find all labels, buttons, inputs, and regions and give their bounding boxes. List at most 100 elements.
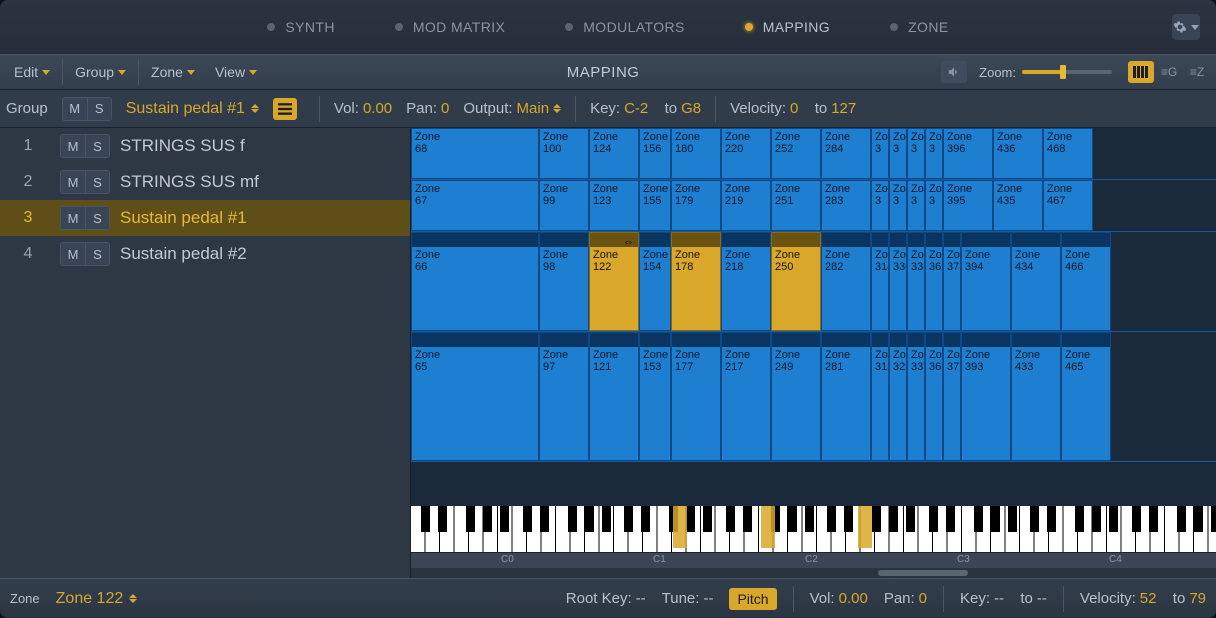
zone-cell[interactable]: Zone 252 <box>771 128 821 179</box>
group-list-toggle[interactable] <box>273 98 297 120</box>
zone-cell[interactable]: Zone 377 <box>943 332 961 461</box>
footer-velocity-range[interactable]: Velocity: 52 to 79 <box>1080 590 1206 607</box>
zone-cell[interactable]: Zone 122⇔ <box>589 232 639 331</box>
zone-cell[interactable]: Zone 251 <box>771 180 821 231</box>
zone-cell[interactable]: Zone 217 <box>721 332 771 461</box>
zone-cell[interactable]: Zone 65 <box>411 332 539 461</box>
zone-cell[interactable]: Zone 433 <box>1011 332 1061 461</box>
footer-key-range[interactable]: Key: -- to -- <box>960 590 1047 607</box>
zone-cell[interactable]: Zone 284 <box>821 128 871 179</box>
group-key-range[interactable]: Key: C-2 to G8 <box>590 100 701 117</box>
zone-cell[interactable]: Zone 180 <box>671 128 721 179</box>
zone-cell[interactable]: Zone 468 <box>1043 128 1093 179</box>
zone-cell[interactable]: Zone 249 <box>771 332 821 461</box>
group-mute-button[interactable]: M <box>63 98 87 120</box>
view-menu[interactable]: View <box>207 60 265 84</box>
group-row[interactable]: 3MSSustain pedal #1 <box>0 200 410 236</box>
zone-cell[interactable]: Zone 178 <box>671 232 721 331</box>
group-menu[interactable]: Group <box>67 60 134 84</box>
zone-menu[interactable]: Zone <box>143 60 203 84</box>
zone-cell[interactable]: Zone 153 <box>639 332 671 461</box>
zone-cell[interactable]: Zone 337 <box>907 332 925 461</box>
horizontal-scrollbar[interactable] <box>411 568 1216 578</box>
zone-cell[interactable]: Zone 219 <box>721 180 771 231</box>
zone-cell[interactable]: Zone 314 <box>871 232 889 331</box>
zone-cell[interactable]: Zone 100 <box>539 128 589 179</box>
zone-cell[interactable]: Zone 177 <box>671 332 721 461</box>
group-velocity-range[interactable]: Velocity: 0 to 127 <box>730 100 856 117</box>
footer-pan[interactable]: Pan: 0 <box>884 590 927 607</box>
zone-cell[interactable]: Zone 97 <box>539 332 589 461</box>
tab-mod-matrix[interactable]: MOD MATRIX <box>395 19 505 35</box>
zone-cell[interactable]: Zone 124 <box>589 128 639 179</box>
group-pan[interactable]: Pan: 0 <box>406 100 449 117</box>
zone-cell[interactable]: Zone 329 <box>889 332 907 461</box>
zone-cell[interactable]: Zone 362 <box>925 232 943 331</box>
footer-zone-selector[interactable]: Zone 122 <box>56 590 138 608</box>
settings-gear-button[interactable] <box>1172 14 1200 40</box>
zone-cell[interactable]: Zone 98 <box>539 232 589 331</box>
audition-button[interactable] <box>941 61 967 83</box>
group-list-view-icon[interactable]: ≡G <box>1156 61 1182 83</box>
zone-cell[interactable]: Zone 393 <box>961 332 1011 461</box>
group-solo-button[interactable]: S <box>85 171 109 193</box>
zone-cell[interactable]: Zone 435 <box>993 180 1043 231</box>
zone-cell[interactable]: Zone 338 <box>907 232 925 331</box>
zone-cell[interactable]: Zone 330 <box>889 232 907 331</box>
zone-cell[interactable]: Zone 282 <box>821 232 871 331</box>
zone-cell[interactable]: Zone 467 <box>1043 180 1093 231</box>
footer-pitch-button[interactable]: Pitch <box>729 588 776 610</box>
zone-cell[interactable]: Zone 465 <box>1061 332 1111 461</box>
edit-menu[interactable]: Edit <box>6 60 58 84</box>
group-solo-button[interactable]: S <box>85 135 109 157</box>
zone-cell[interactable]: Zone 66 <box>411 232 539 331</box>
group-mute-button[interactable]: M <box>61 171 85 193</box>
zone-cell[interactable]: Zone 361 <box>925 332 943 461</box>
zone-cell[interactable]: Zone 281 <box>821 332 871 461</box>
tab-modulators[interactable]: MODULATORS <box>565 19 685 35</box>
group-row[interactable]: 4MSSustain pedal #2 <box>0 236 410 272</box>
group-solo-button[interactable]: S <box>85 207 109 229</box>
zone-cell[interactable]: Zone 3 <box>925 128 943 179</box>
zone-cell[interactable]: Zone 283 <box>821 180 871 231</box>
zone-cell[interactable]: Zone 3 <box>889 180 907 231</box>
zone-cell[interactable]: Zone 155 <box>639 180 671 231</box>
group-row[interactable]: 1MSSTRINGS SUS f <box>0 128 410 164</box>
zone-cell[interactable]: Zone 3 <box>925 180 943 231</box>
zone-cell[interactable]: Zone 3 <box>889 128 907 179</box>
zone-cell[interactable]: Zone 3 <box>871 180 889 231</box>
zone-cell[interactable]: Zone 220 <box>721 128 771 179</box>
zone-cell[interactable]: Zone 154 <box>639 232 671 331</box>
footer-root-key[interactable]: Root Key: -- <box>566 590 646 607</box>
zone-cell[interactable]: Zone 3 <box>871 128 889 179</box>
zone-list-view-icon[interactable]: ≡Z <box>1184 61 1210 83</box>
zone-cell[interactable]: Zone 395 <box>943 180 993 231</box>
zone-cell[interactable]: Zone 250 <box>771 232 821 331</box>
group-name-selector[interactable]: Sustain pedal #1 <box>126 100 259 118</box>
group-output[interactable]: Output: Main <box>463 100 561 117</box>
footer-tune[interactable]: Tune: -- <box>662 590 714 607</box>
zone-cell[interactable]: Zone 313 <box>871 332 889 461</box>
zone-cell[interactable]: Zone 156 <box>639 128 671 179</box>
group-volume[interactable]: Vol: 0.00 <box>334 100 392 117</box>
tab-zone[interactable]: ZONE <box>890 19 949 35</box>
zone-cell[interactable]: Zone 123 <box>589 180 639 231</box>
zone-cell[interactable]: Zone 466 <box>1061 232 1111 331</box>
zoom-slider[interactable] <box>1022 70 1112 74</box>
group-mute-button[interactable]: M <box>61 207 85 229</box>
zone-cell[interactable]: Zone 378 <box>943 232 961 331</box>
zone-grid[interactable]: Zone 68Zone 100Zone 124Zone 156Zone 180Z… <box>411 128 1216 506</box>
zone-cell[interactable]: Zone 121 <box>589 332 639 461</box>
zone-cell[interactable]: Zone 396 <box>943 128 993 179</box>
zone-cell[interactable]: Zone 218 <box>721 232 771 331</box>
group-solo-button[interactable]: S <box>85 243 109 265</box>
mapping-view-icon[interactable] <box>1128 61 1154 83</box>
keyboard-ruler[interactable]: C0C1C2C3C4 <box>411 506 1216 568</box>
group-row[interactable]: 2MSSTRINGS SUS mf <box>0 164 410 200</box>
tab-mapping[interactable]: MAPPING <box>745 19 830 35</box>
zone-cell[interactable]: Zone 394 <box>961 232 1011 331</box>
zone-cell[interactable]: Zone 436 <box>993 128 1043 179</box>
zone-cell[interactable]: Zone 3 <box>907 180 925 231</box>
zone-cell[interactable]: Zone 99 <box>539 180 589 231</box>
zone-cell[interactable]: Zone 434 <box>1011 232 1061 331</box>
